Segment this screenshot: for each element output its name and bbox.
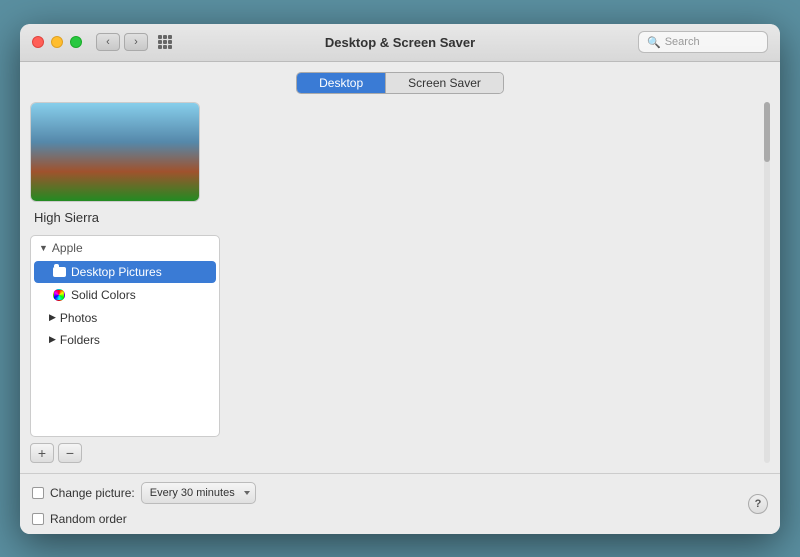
search-placeholder: Search: [665, 36, 700, 48]
wallpaper-thumb[interactable]: [498, 110, 628, 114]
photos-triangle-icon: ▶: [49, 312, 56, 323]
minus-icon: −: [66, 446, 74, 460]
wallpaper-thumb[interactable]: [230, 126, 360, 130]
color-wheel: [53, 289, 65, 301]
wallpaper-thumb[interactable]: [230, 102, 360, 106]
add-button[interactable]: +: [30, 443, 54, 463]
wallpaper-thumb[interactable]: [498, 134, 628, 138]
desktop-pictures-label: Desktop Pictures: [71, 265, 162, 279]
wallpaper-thumb[interactable]: [364, 126, 494, 130]
grid-icon: [158, 35, 172, 49]
minimize-button[interactable]: [51, 36, 63, 48]
wallpaper-thumb[interactable]: [364, 102, 494, 106]
sidebar-item-folders[interactable]: ▶ Folders: [31, 329, 219, 351]
sidebar: ▼ Apple Desktop Pictures Solid Colors: [30, 235, 220, 437]
plus-icon: +: [38, 446, 46, 460]
sidebar-item-photos[interactable]: ▶ Photos: [31, 307, 219, 329]
apple-section-label: Apple: [52, 241, 83, 255]
scrollbar-track: [764, 102, 770, 463]
tab-desktop[interactable]: Desktop: [297, 73, 386, 93]
apple-section-header[interactable]: ▼ Apple: [31, 236, 219, 260]
folders-label: Folders: [60, 333, 100, 347]
remove-button[interactable]: −: [58, 443, 82, 463]
folders-triangle-icon: ▶: [49, 334, 56, 345]
photos-label: Photos: [60, 311, 97, 325]
wallpaper-thumb[interactable]: [364, 134, 494, 138]
wallpaper-grid: [230, 102, 770, 138]
interval-dropdown[interactable]: Every 30 minutes: [141, 482, 256, 504]
wallpaper-thumb[interactable]: [230, 110, 360, 114]
change-picture-row: Change picture: Every 30 minutes: [32, 482, 256, 504]
wallpaper-thumb[interactable]: [632, 126, 762, 130]
bottom-controls: Change picture: Every 30 minutes Random …: [20, 473, 780, 534]
forward-icon: ›: [134, 36, 138, 48]
search-icon: 🔍: [647, 36, 661, 49]
back-icon: ‹: [106, 36, 110, 48]
wallpaper-thumb[interactable]: [632, 102, 762, 106]
change-picture-label: Change picture:: [50, 486, 135, 500]
wallpaper-thumb[interactable]: [632, 118, 762, 122]
tab-segment: Desktop Screen Saver: [296, 72, 504, 94]
wallpaper-thumb[interactable]: [632, 110, 762, 114]
triangle-icon: ▼: [39, 243, 48, 253]
help-button[interactable]: ?: [748, 494, 768, 514]
controls-rows: Change picture: Every 30 minutes Random …: [32, 482, 256, 526]
left-bottom: + −: [30, 437, 220, 463]
tab-screensaver[interactable]: Screen Saver: [386, 73, 503, 93]
wallpaper-thumb[interactable]: [632, 134, 762, 138]
nav-buttons: ‹ ›: [96, 33, 148, 51]
wallpaper-thumb[interactable]: [364, 110, 494, 114]
color-wheel-icon: [52, 288, 66, 302]
traffic-lights: [32, 36, 82, 48]
maximize-button[interactable]: [70, 36, 82, 48]
folder-icon: [52, 265, 66, 279]
solid-colors-label: Solid Colors: [71, 288, 136, 302]
back-button[interactable]: ‹: [96, 33, 120, 51]
wallpaper-thumb[interactable]: [498, 118, 628, 122]
preview-label: High Sierra: [30, 210, 220, 225]
change-picture-checkbox[interactable]: [32, 487, 44, 499]
scrollbar-thumb[interactable]: [764, 102, 770, 162]
wallpaper-thumb[interactable]: [364, 118, 494, 122]
titlebar: ‹ › Desktop & Screen Saver 🔍 Search: [20, 24, 780, 62]
wallpaper-thumb[interactable]: [230, 134, 360, 138]
forward-button[interactable]: ›: [124, 33, 148, 51]
search-box[interactable]: 🔍 Search: [638, 31, 768, 53]
left-panel: High Sierra ▼ Apple Desktop Pictures: [30, 102, 220, 463]
sidebar-item-desktop-pictures[interactable]: Desktop Pictures: [34, 261, 216, 283]
wallpaper-thumb[interactable]: [498, 102, 628, 106]
interval-value: Every 30 minutes: [150, 487, 235, 499]
tabs-bar: Desktop Screen Saver: [20, 62, 780, 102]
close-button[interactable]: [32, 36, 44, 48]
main-window: ‹ › Desktop & Screen Saver 🔍 Search Desk…: [20, 24, 780, 534]
random-order-label: Random order: [50, 512, 127, 526]
bottom-right: ?: [748, 494, 768, 514]
sidebar-item-solid-colors[interactable]: Solid Colors: [34, 284, 216, 306]
wallpaper-thumb[interactable]: [498, 126, 628, 130]
grid-view-button[interactable]: [156, 33, 174, 51]
main-content: High Sierra ▼ Apple Desktop Pictures: [20, 102, 780, 473]
random-order-row: Random order: [32, 512, 256, 526]
folder-shape: [53, 267, 66, 277]
preview-image: [31, 103, 199, 201]
wallpaper-thumb[interactable]: [230, 118, 360, 122]
window-title: Desktop & Screen Saver: [325, 35, 475, 50]
help-icon: ?: [755, 498, 762, 510]
random-order-checkbox[interactable]: [32, 513, 44, 525]
right-panel: [230, 102, 770, 463]
wallpaper-preview: [30, 102, 200, 202]
